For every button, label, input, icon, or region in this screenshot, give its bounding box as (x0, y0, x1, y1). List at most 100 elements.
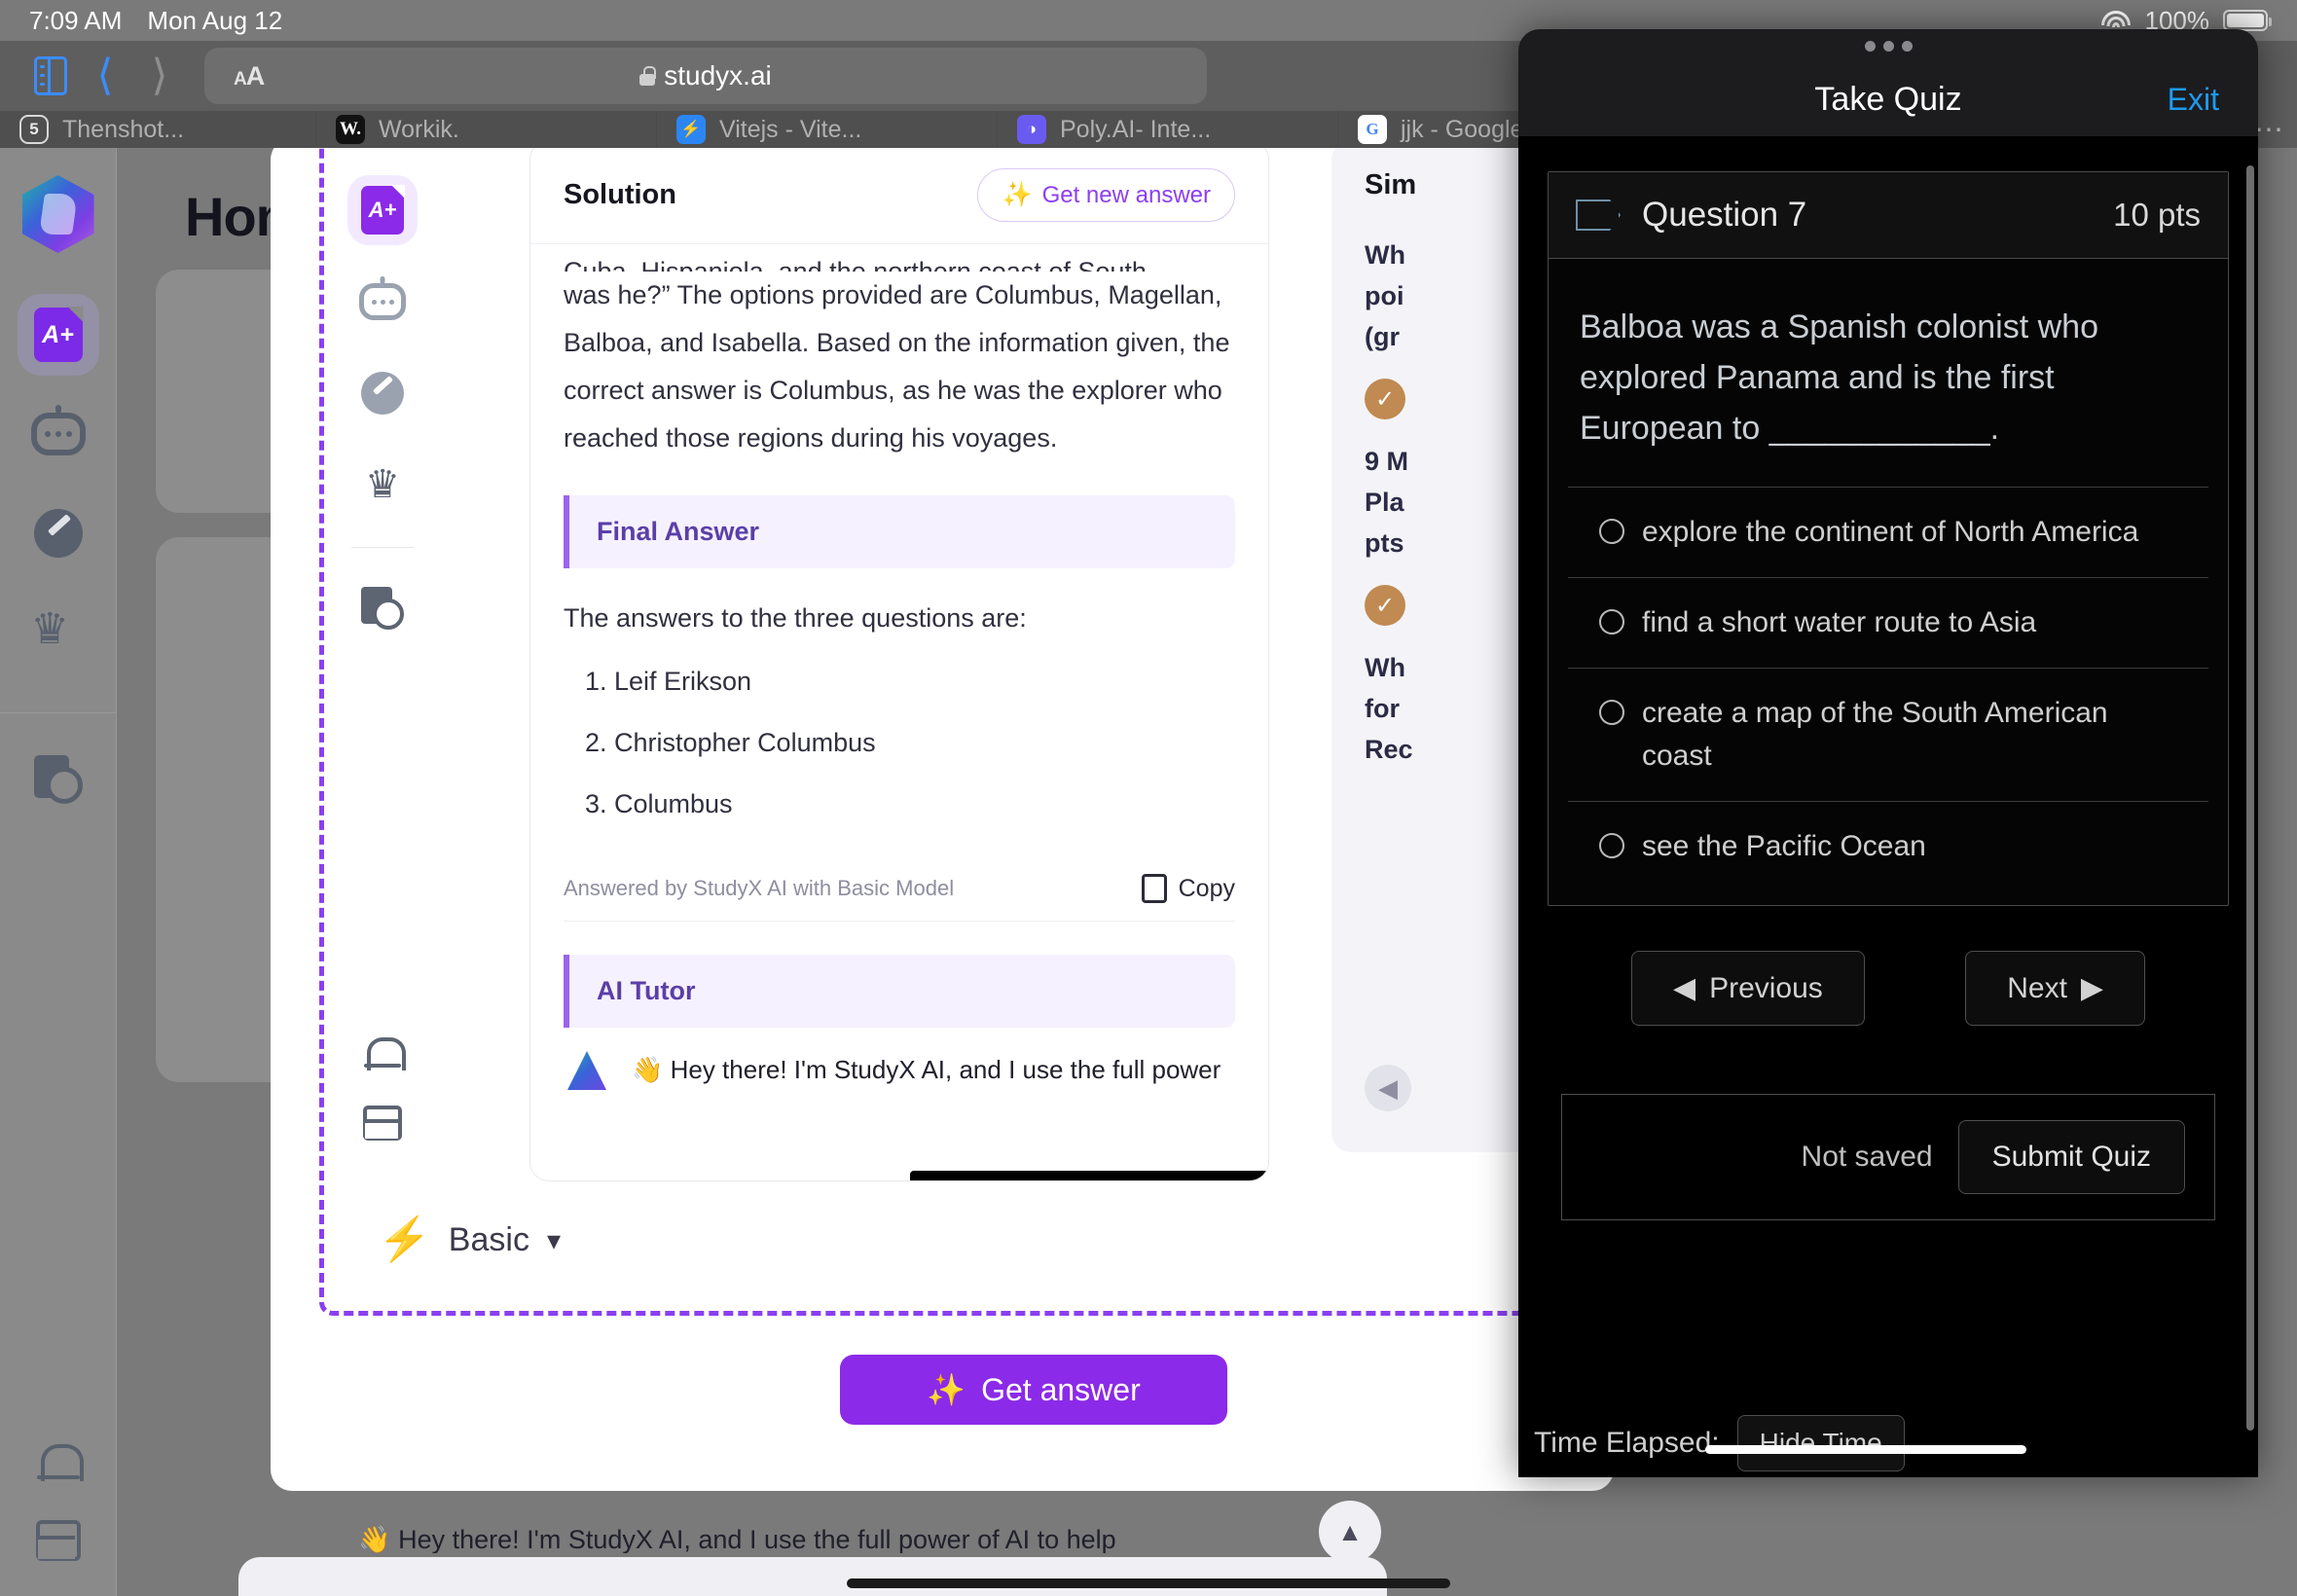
tab-title: Poly.AI- Inte... (1060, 115, 1212, 143)
final-answer-heading: Final Answer (564, 495, 1235, 568)
list-item: Columbus (614, 789, 1235, 819)
sidebar-item-history[interactable] (18, 739, 99, 820)
sidebar-bottom (35, 1442, 84, 1596)
chat-teaser-text: 👋 Hey there! I'm StudyX AI, and I use th… (358, 1525, 1116, 1553)
tool-rail: A+ ♛ (329, 158, 436, 1160)
radio-icon[interactable] (1599, 700, 1624, 725)
app-sidebar: A+ ♛ (0, 148, 117, 1596)
url-text: studyx.ai (664, 60, 772, 91)
solution-title: Solution (564, 179, 676, 210)
ai-tutor-heading: AI Tutor (564, 955, 1235, 1028)
text-size-button[interactable]: AA (204, 61, 265, 91)
previous-button[interactable]: ◀ Previous (1631, 951, 1865, 1026)
verified-seal-icon: ✓ (1365, 585, 1405, 626)
pencil-circle-icon (33, 509, 83, 558)
bell-icon[interactable] (36, 1442, 84, 1487)
sidebar-toggle-icon[interactable] (23, 49, 78, 103)
question-nav: ◀ Previous Next ▶ (1548, 906, 2229, 1026)
robot-icon (30, 413, 86, 455)
browser-tab[interactable]: 5 Thenshot... (0, 111, 316, 148)
not-saved-status: Not saved (1801, 1141, 1933, 1173)
browser-tab[interactable]: W. Workik. (316, 111, 657, 148)
tab-title: Workik. (379, 115, 459, 143)
magic-wand-icon: ✨ (927, 1372, 966, 1407)
rail-item-homework-help[interactable]: A+ (347, 175, 418, 245)
quiz-body: Question 7 10 pts Balboa was a Spanish c… (1518, 136, 2258, 1477)
solution-paragraph: was he?” The options provided are Columb… (564, 280, 1230, 453)
battery-icon (2223, 10, 2272, 31)
rail-item-writing[interactable] (347, 358, 418, 428)
next-label: Next (2007, 971, 2067, 1004)
next-button[interactable]: Next ▶ (1965, 951, 2145, 1026)
get-answer-button[interactable]: ✨ Get answer (840, 1355, 1227, 1425)
solution-card: Solution ✨ Get new answer Cuba, Hispanio… (529, 148, 1269, 1181)
submit-quiz-button[interactable]: Submit Quiz (1957, 1120, 2185, 1194)
take-quiz-overlay: Take Quiz Exit Question 7 10 pts Balboa … (1518, 29, 2258, 1477)
studyx-logo-icon[interactable] (21, 175, 94, 253)
robot-icon (359, 283, 406, 320)
inbox-icon[interactable] (363, 1106, 402, 1141)
hide-time-button[interactable]: Hide Time (1736, 1415, 1905, 1471)
address-bar[interactable]: AA studyx.ai (204, 48, 1207, 104)
get-new-answer-button[interactable]: ✨ Get new answer (977, 168, 1235, 222)
drag-handle-dots-icon[interactable] (1518, 29, 2258, 62)
chevron-right-icon[interactable]: ⟩ (132, 49, 187, 103)
aplus-document-icon: A+ (361, 186, 404, 235)
tab-title: Thenshot... (62, 115, 185, 143)
rail-divider (351, 547, 414, 548)
inbox-icon[interactable] (35, 1520, 81, 1561)
time-elapsed-label: Time Elapsed: (1534, 1427, 1720, 1459)
sidebar-item-ai-chat[interactable] (18, 393, 99, 475)
bell-icon[interactable] (364, 1035, 406, 1074)
question-points: 10 pts (2113, 197, 2201, 233)
answer-option-label: create a map of the South American coast (1642, 697, 2108, 772)
answer-option[interactable]: see the Pacific Ocean (1568, 801, 2208, 905)
sidebar-item-premium[interactable]: ♛ (18, 592, 99, 673)
answer-option-label: see the Pacific Ocean (1642, 830, 1926, 862)
quiz-title: Take Quiz (1814, 80, 1962, 118)
radio-icon[interactable] (1599, 609, 1624, 635)
scrollbar[interactable] (2246, 165, 2254, 1431)
answer-option[interactable]: create a map of the South American coast (1568, 668, 2208, 801)
workik-icon: W. (336, 115, 365, 144)
chevron-left-icon[interactable]: ⟨ (78, 49, 132, 103)
solution-body: Cuba, Hispaniola, and the northern coast… (530, 244, 1268, 819)
radio-icon[interactable] (1599, 519, 1624, 544)
question-card: Question 7 10 pts Balboa was a Spanish c… (1548, 171, 2229, 906)
sidebar-item-writing[interactable] (18, 492, 99, 574)
answer-option[interactable]: explore the continent of North America (1568, 487, 2208, 577)
page-bottom-bar (238, 1557, 1387, 1596)
scroll-top-button-bottom[interactable]: ▲ (1319, 1501, 1381, 1563)
similar-prev-button[interactable]: ◀ (1365, 1065, 1411, 1111)
lightning-bolt-icon: ⚡ (378, 1215, 431, 1263)
studyx-mini-logo-icon (564, 1051, 610, 1090)
exit-button[interactable]: Exit (2168, 82, 2219, 118)
quiz-header: Take Quiz Exit (1518, 62, 2258, 136)
browser-tab[interactable]: ⚡ Vitejs - Vite... (657, 111, 998, 148)
tab-count-badge: 5 (19, 115, 49, 144)
get-answer-label: Get answer (981, 1371, 1141, 1407)
occluding-bar (910, 1171, 1268, 1180)
crown-icon: ♛ (30, 604, 69, 654)
status-left: 7:09 AM Mon Aug 12 (0, 6, 282, 36)
radio-icon[interactable] (1599, 833, 1624, 858)
answer-option[interactable]: find a short water route to Asia (1568, 577, 2208, 668)
time-elapsed-bar: Time Elapsed: Hide Time (1518, 1409, 2258, 1477)
home-indicator (847, 1578, 1450, 1588)
submit-bar: Not saved Submit Quiz (1561, 1094, 2215, 1220)
copy-button[interactable]: Copy (1141, 872, 1235, 905)
question-card-header: Question 7 10 pts (1549, 172, 2228, 259)
rail-item-ai-chat[interactable] (347, 267, 418, 337)
sidebar-item-homework-help[interactable]: A+ (17, 294, 99, 376)
sidebar-divider (0, 712, 116, 713)
ai-tutor-teaser: 👋 Hey there! I'm StudyX AI, and I use th… (632, 1055, 1221, 1090)
copy-label: Copy (1178, 874, 1235, 902)
model-selector[interactable]: ⚡ Basic ▾ (378, 1218, 561, 1261)
status-date: Mon Aug 12 (147, 5, 283, 35)
rail-item-history[interactable] (347, 573, 418, 643)
rail-bottom (363, 1035, 406, 1160)
question-tag-icon (1576, 200, 1621, 231)
rail-item-premium[interactable]: ♛ (347, 450, 418, 520)
browser-tab[interactable]: ◑ Poly.AI- Inte... (998, 111, 1338, 148)
content-sheet: A+ ♛ Sim Wh poi (gr ✓ 9 M Pla pts ✓ Wh f… (271, 148, 1614, 1491)
